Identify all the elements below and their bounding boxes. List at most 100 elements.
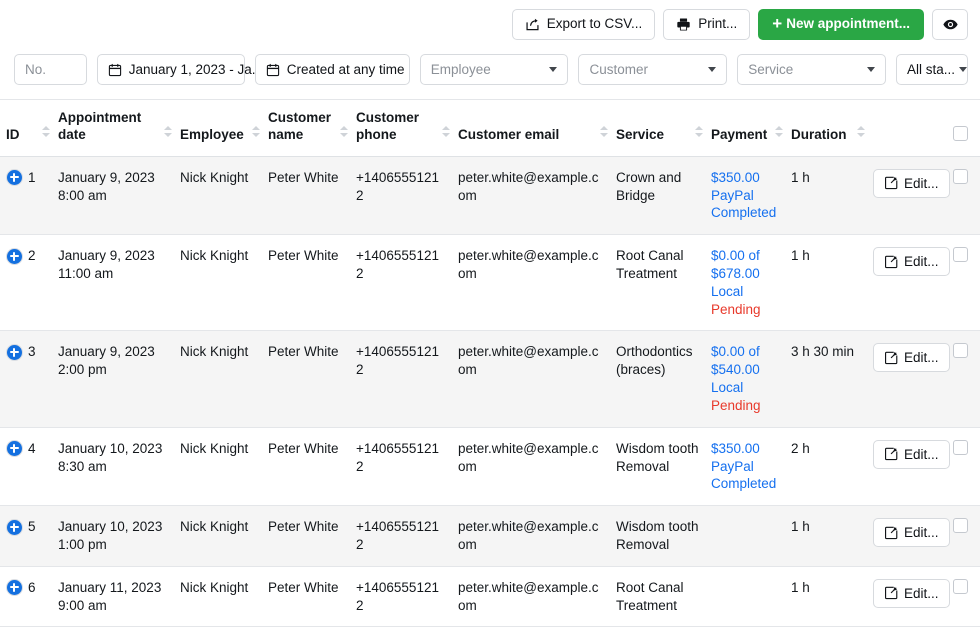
column-header-duration[interactable]: Duration [785, 100, 867, 156]
row-select-checkbox[interactable] [953, 440, 968, 455]
status-filter-value: All sta... [907, 62, 955, 77]
sort-toggle-icon[interactable] [775, 126, 783, 142]
cell-select [947, 331, 980, 427]
table-row[interactable]: 2January 9, 2023 11:00 amNick KnightPete… [0, 235, 980, 331]
customer-filter-select[interactable]: Customer [578, 54, 727, 85]
column-header-customer-name[interactable]: Customer name [262, 100, 350, 156]
cell-payment: $350.00PayPalCompleted [705, 156, 785, 234]
cell-duration: 1 h [785, 235, 867, 331]
service-filter-select[interactable]: Service [737, 54, 886, 85]
expand-row-icon[interactable] [6, 440, 23, 457]
edit-pencil-icon [884, 351, 898, 365]
cell-id: 4 [0, 427, 52, 505]
cell-customer-name: Peter White [262, 506, 350, 567]
table-row[interactable]: 1January 9, 2023 8:00 amNick KnightPeter… [0, 156, 980, 234]
table-body: 1January 9, 2023 8:00 amNick KnightPeter… [0, 156, 980, 627]
column-label: Appointment date [58, 110, 168, 144]
column-header-id[interactable]: ID [0, 100, 52, 156]
cell-service: Wisdom tooth Removal [610, 506, 705, 567]
cell-duration: 1 h [785, 566, 867, 627]
cell-customer-phone: +14065551212 [350, 506, 452, 567]
sort-toggle-icon[interactable] [442, 126, 450, 142]
edit-button[interactable]: Edit... [873, 440, 950, 469]
expand-row-icon[interactable] [6, 248, 23, 265]
date-range-filter[interactable]: January 1, 2023 - Ja... [97, 54, 245, 85]
row-select-checkbox[interactable] [953, 579, 968, 594]
cell-select [947, 566, 980, 627]
cell-id: 1 [0, 156, 52, 234]
sort-toggle-icon[interactable] [252, 126, 260, 142]
cell-id: 5 [0, 506, 52, 567]
payment-method: Local [711, 283, 779, 301]
cell-payment [705, 566, 785, 627]
edit-button[interactable]: Edit... [873, 343, 950, 372]
row-select-checkbox[interactable] [953, 343, 968, 358]
payment-status: Completed [711, 204, 779, 222]
row-select-checkbox[interactable] [953, 518, 968, 533]
created-filter[interactable]: Created at any time [255, 54, 410, 85]
edit-button-label: Edit... [904, 254, 939, 269]
cell-actions: Edit... [867, 427, 947, 505]
employee-filter-select[interactable]: Employee [420, 54, 569, 85]
sort-toggle-icon[interactable] [340, 126, 348, 142]
column-label: Payment [711, 127, 779, 144]
row-select-checkbox[interactable] [953, 247, 968, 262]
cell-customer-phone: +14065551212 [350, 235, 452, 331]
edit-button[interactable]: Edit... [873, 579, 950, 608]
cell-actions: Edit... [867, 566, 947, 627]
preview-button[interactable] [932, 9, 968, 40]
select-all-checkbox[interactable] [953, 126, 968, 141]
cell-employee: Nick Knight [174, 427, 262, 505]
column-header-service[interactable]: Service [610, 100, 705, 156]
table-row[interactable]: 4January 10, 2023 8:30 amNick KnightPete… [0, 427, 980, 505]
status-filter-select[interactable]: All sta... [896, 54, 968, 85]
column-header-customer-email[interactable]: Customer email [452, 100, 610, 156]
cell-id: 2 [0, 235, 52, 331]
edit-button[interactable]: Edit... [873, 518, 950, 547]
edit-button[interactable]: Edit... [873, 169, 950, 198]
payment-amount: $350.00 [711, 440, 779, 458]
cell-select [947, 235, 980, 331]
cell-customer-phone: +14065551212 [350, 156, 452, 234]
expand-row-icon[interactable] [6, 169, 23, 186]
export-icon [525, 17, 540, 32]
row-select-checkbox[interactable] [953, 169, 968, 184]
cell-select [947, 506, 980, 567]
edit-pencil-icon [884, 526, 898, 540]
chevron-down-icon [549, 67, 557, 72]
number-filter-input[interactable]: No. [14, 54, 87, 85]
sort-toggle-icon[interactable] [42, 126, 50, 142]
column-header-appointment-date[interactable]: Appointment date [52, 100, 174, 156]
employee-filter-placeholder: Employee [431, 62, 491, 77]
column-header-customer-phone[interactable]: Customer phone [350, 100, 452, 156]
table-row[interactable]: 3January 9, 2023 2:00 pmNick KnightPeter… [0, 331, 980, 427]
cell-customer-email: peter.white@example.com [452, 566, 610, 627]
expand-row-icon[interactable] [6, 344, 23, 361]
sort-toggle-icon[interactable] [857, 126, 865, 142]
cell-customer-name: Peter White [262, 566, 350, 627]
edit-button-label: Edit... [904, 447, 939, 462]
table-header-row: ID Appointment date Employee Customer na… [0, 100, 980, 156]
expand-row-icon[interactable] [6, 519, 23, 536]
sort-toggle-icon[interactable] [695, 126, 703, 142]
table-row[interactable]: 6January 11, 2023 9:00 amNick KnightPete… [0, 566, 980, 627]
column-header-employee[interactable]: Employee [174, 100, 262, 156]
edit-button[interactable]: Edit... [873, 247, 950, 276]
cell-appointment-date: January 10, 2023 8:30 am [52, 427, 174, 505]
cell-id: 6 [0, 566, 52, 627]
payment-status: Completed [711, 475, 779, 493]
export-csv-button[interactable]: Export to CSV... [512, 9, 656, 40]
payment-status: Pending [711, 301, 779, 319]
cell-customer-name: Peter White [262, 331, 350, 427]
row-id: 4 [28, 440, 36, 458]
table-row[interactable]: 5January 10, 2023 1:00 pmNick KnightPete… [0, 506, 980, 567]
print-button[interactable]: Print... [663, 9, 750, 40]
sort-toggle-icon[interactable] [164, 126, 172, 142]
row-id: 2 [28, 247, 36, 265]
plus-icon: + [772, 15, 782, 32]
new-appointment-button[interactable]: + New appointment... [758, 9, 924, 40]
expand-row-icon[interactable] [6, 579, 23, 596]
column-header-payment[interactable]: Payment [705, 100, 785, 156]
cell-payment: $0.00 of $678.00LocalPending [705, 235, 785, 331]
sort-toggle-icon[interactable] [600, 126, 608, 142]
